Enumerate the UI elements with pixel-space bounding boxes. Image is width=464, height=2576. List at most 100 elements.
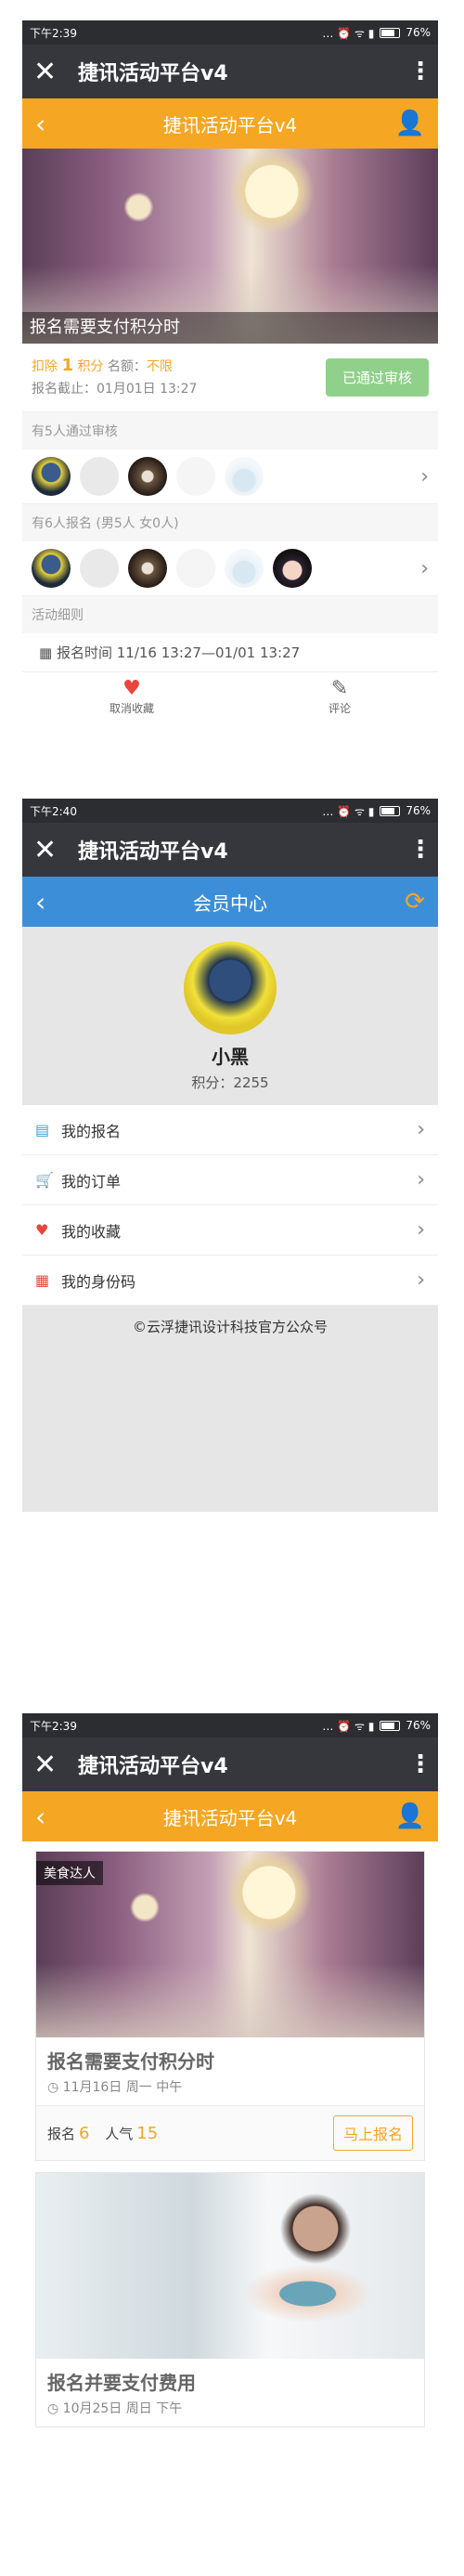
avatar — [128, 549, 167, 588]
battery-icon — [380, 805, 401, 816]
comment-button[interactable]: ✎ 评论 — [329, 678, 351, 716]
menu-my-favorites[interactable]: ♥ 我的收藏 › — [22, 1205, 438, 1255]
nav-title: 捷讯活动平台v4 — [162, 113, 298, 137]
battery-level: 76% — [406, 26, 431, 39]
status-time: 下午2:40 — [30, 804, 77, 818]
registration-time: ▦ 报名时间 11/16 13:27—01/01 13:27 — [22, 633, 438, 672]
activity-card[interactable]: 报名并要支付费用 ◷ 10月25日 周日 下午 — [35, 2172, 425, 2427]
popularity-label: 人气 — [105, 2125, 134, 2142]
registration-time-text: 报名时间 11/16 13:27—01/01 13:27 — [56, 644, 301, 661]
approved-count-label: 有5人通过审核 — [22, 412, 438, 449]
deadline-text: 报名截止：01月01日 13:27 — [32, 382, 198, 397]
back-icon[interactable]: ‹ — [35, 887, 69, 917]
menu-my-orders[interactable]: 🛒 我的订单 › — [22, 1155, 438, 1205]
more-menu-icon[interactable]: ⋮ — [408, 58, 432, 85]
heart-icon: ♥ — [122, 677, 141, 700]
screen-activity-detail: 下午2:39 … ⏰ ᯤ ▮ 76% ✕ 捷讯活动平台v4 ⋮ ‹ 捷讯活动平台… — [22, 20, 438, 724]
activity-title: 报名需要支付积分时 — [47, 2050, 214, 2073]
signup-label: 报名 — [47, 2125, 76, 2142]
event-info: 扣除 1 积分 名额：不限 报名截止：01月01日 13:27 已通过审核 — [22, 344, 438, 412]
clock-icon: ◷ — [47, 2080, 59, 2095]
calendar-icon: ▦ — [39, 644, 53, 661]
activity-card[interactable]: 美食达人 报名需要支付积分时 ◷ 11月16日 周一 中午 报名 6 人气 15 马… — [35, 1851, 425, 2161]
app-title: 捷讯活动平台v4 — [78, 62, 228, 85]
user-icon[interactable]: 👤 — [392, 1802, 425, 1830]
chevron-right-icon: › — [417, 1268, 425, 1292]
approved-status-button[interactable]: 已通过审核 — [325, 358, 429, 397]
profile-header: 小黑 积分：2255 — [22, 927, 438, 1105]
comment-label: 评论 — [328, 702, 351, 715]
screen-member-center: 下午2:40 … ⏰ ᯤ ▮ 76% ✕ 捷讯活动平台v4 ⋮ ‹ 会员中心 ⟳… — [22, 799, 438, 1512]
chevron-right-icon: › — [417, 1118, 425, 1141]
nav-bar: ‹ 会员中心 ⟳ — [22, 877, 438, 927]
approved-avatars-row[interactable]: › — [22, 449, 438, 504]
banner-caption: 报名需要支付积分时 — [22, 312, 438, 344]
activity-image: 美食达人 — [36, 1852, 424, 2037]
status-bar: 下午2:39 … ⏰ ᯤ ▮ 76% — [22, 20, 438, 45]
deduct-label: 扣除 — [32, 359, 58, 374]
battery-icon — [380, 1720, 401, 1731]
avatar[interactable] — [184, 942, 277, 1034]
menu-label: 我的订单 — [61, 1172, 122, 1190]
more-menu-icon[interactable]: ⋮ — [408, 1750, 432, 1778]
activity-date: 11月16日 周一 中午 — [62, 2080, 183, 2095]
popularity-count: 15 — [136, 2123, 159, 2143]
avatar — [80, 549, 119, 588]
nav-title: 捷讯活动平台v4 — [162, 1806, 298, 1829]
registered-avatars-row[interactable]: › — [22, 541, 438, 596]
close-icon[interactable]: ✕ — [33, 1749, 69, 1781]
clock-icon: ◷ — [47, 2401, 59, 2416]
status-time: 下午2:39 — [30, 26, 77, 40]
menu-label: 我的报名 — [61, 1122, 122, 1140]
avatar — [176, 549, 215, 588]
chevron-right-icon: › — [420, 464, 429, 488]
edit-icon: ✎ — [330, 677, 349, 700]
close-icon[interactable]: ✕ — [33, 56, 69, 88]
avatar — [273, 549, 312, 588]
app-bar: ✕ 捷讯活动平台v4 ⋮ — [22, 1737, 438, 1791]
battery-level: 76% — [406, 804, 431, 817]
app-bar: ✕ 捷讯活动平台v4 ⋮ — [22, 45, 438, 98]
quota-label: 名额： — [107, 359, 147, 374]
close-icon[interactable]: ✕ — [33, 834, 69, 866]
menu-label: 我的身份码 — [61, 1272, 136, 1291]
status-bar: 下午2:40 … ⏰ ᯤ ▮ 76% — [22, 799, 438, 823]
chevron-right-icon: › — [420, 556, 429, 580]
activity-date: 10月25日 周日 下午 — [62, 2401, 183, 2416]
document-icon: ▤ — [35, 1121, 50, 1138]
registered-count-label: 有6人报名 (男5人 女0人) — [22, 504, 438, 541]
avatar — [225, 549, 264, 588]
status-time: 下午2:39 — [30, 1719, 77, 1733]
signup-count: 6 — [79, 2123, 90, 2143]
back-icon[interactable]: ‹ — [35, 109, 69, 139]
activity-title: 报名并要支付费用 — [47, 2372, 196, 2394]
deduct-value: 1 — [61, 356, 73, 375]
qr-code-icon: ▦ — [35, 1271, 50, 1289]
avatar — [80, 457, 119, 496]
user-icon[interactable]: 👤 — [392, 110, 425, 137]
battery-level: 76% — [406, 1719, 431, 1732]
app-title: 捷讯活动平台v4 — [78, 840, 228, 864]
user-points: 积分：2255 — [191, 1074, 269, 1091]
cart-icon: 🛒 — [35, 1171, 54, 1189]
heart-icon: ♥ — [35, 1221, 49, 1239]
chevron-right-icon: › — [417, 1218, 425, 1242]
unfavorite-button[interactable]: ♥ 取消收藏 — [110, 678, 154, 716]
avatar — [32, 549, 71, 588]
refresh-icon[interactable]: ⟳ — [392, 888, 425, 916]
event-banner-image: 报名需要支付积分时 — [22, 149, 438, 344]
menu-my-id-code[interactable]: ▦ 我的身份码 › — [22, 1255, 438, 1306]
signup-now-button[interactable]: 马上报名 — [332, 2115, 413, 2151]
signal-icon: … ⏰ ᯤ ▮ — [322, 26, 375, 40]
nav-bar: ‹ 捷讯活动平台v4 👤 — [22, 98, 438, 149]
avatar — [176, 457, 215, 496]
back-icon[interactable]: ‹ — [35, 1802, 69, 1832]
app-title: 捷讯活动平台v4 — [78, 1755, 228, 1778]
menu-my-registrations[interactable]: ▤ 我的报名 › — [22, 1105, 438, 1155]
footer-copyright: ©云浮捷讯设计科技官方公众号 — [22, 1306, 438, 1512]
signal-icon: … ⏰ ᯤ ▮ — [322, 1719, 375, 1733]
more-menu-icon[interactable]: ⋮ — [408, 836, 432, 864]
signal-icon: … ⏰ ᯤ ▮ — [322, 804, 375, 818]
chevron-right-icon: › — [417, 1168, 425, 1191]
menu-label: 我的收藏 — [61, 1222, 122, 1241]
